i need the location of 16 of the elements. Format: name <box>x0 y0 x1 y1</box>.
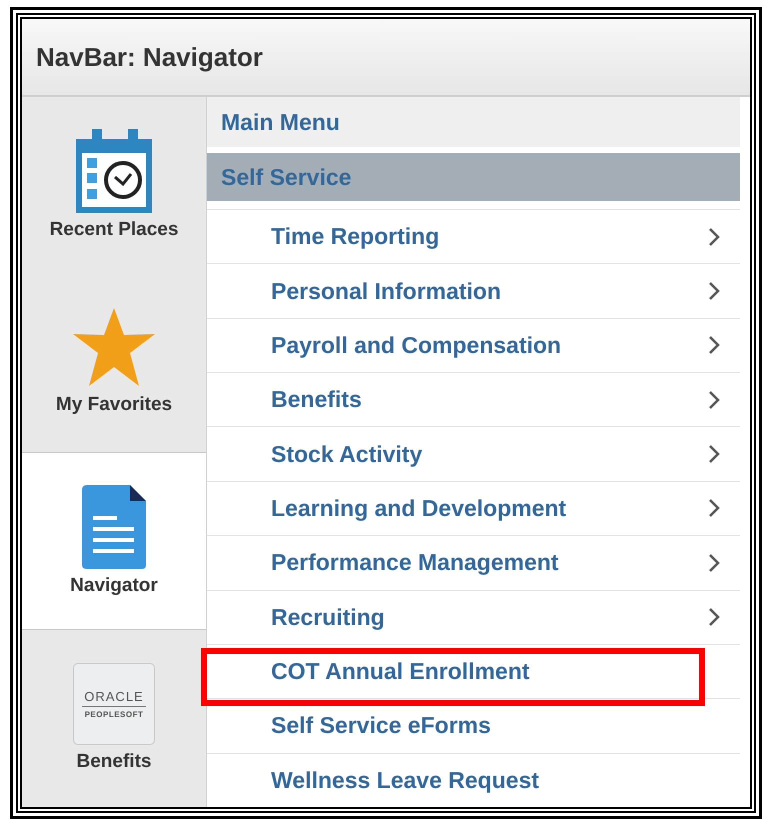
logo-text: ORACLE <box>82 688 146 707</box>
chevron-right-icon <box>708 607 720 628</box>
chevron-right-icon <box>708 335 720 356</box>
logo-text: PEOPLESOFT <box>84 710 144 719</box>
window-title: NavBar: Navigator <box>36 42 263 72</box>
chevron-right-icon <box>708 444 720 464</box>
chevron-right-icon <box>708 390 720 410</box>
sidebar-item[interactable]: Navigator <box>22 452 206 630</box>
calendar-clock-icon <box>74 129 154 214</box>
chevron-right-icon <box>708 226 720 247</box>
star-icon <box>73 308 155 388</box>
chevron-right-icon <box>708 281 720 302</box>
document-icon <box>82 484 146 569</box>
menu-header[interactable]: Main Menu <box>207 97 740 147</box>
chevron-right-icon <box>708 552 720 573</box>
chevron-right-icon <box>708 498 720 518</box>
